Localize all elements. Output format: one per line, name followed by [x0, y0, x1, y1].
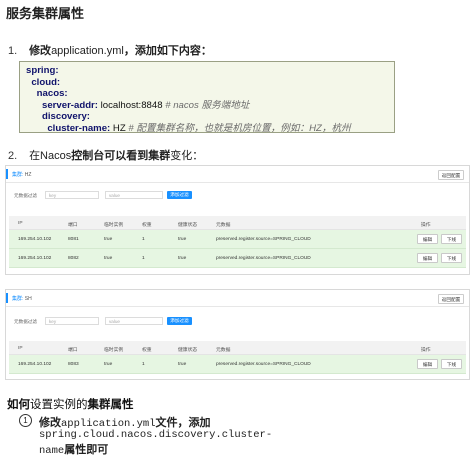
- table-header: IP 端口 临时实例 权重 健康状态 元数据 操作: [9, 216, 466, 230]
- panel-header: 集群: HZ 返回配置: [6, 166, 469, 183]
- step-1: 1. 修改application.yml，添加如下内容：: [8, 42, 212, 58]
- step-2-highlight: 控制台可以看到集群: [71, 150, 171, 162]
- step-2-number: 2.: [8, 150, 18, 162]
- filter-value-input[interactable]: value: [105, 191, 163, 199]
- code-line: nacos:: [36, 88, 68, 100]
- table-row: 169.254.10.102 8081 true 1 true preserve…: [9, 230, 466, 249]
- code-line: spring:: [26, 65, 59, 76]
- metadata-filter-label: 元数据过滤: [14, 319, 37, 324]
- code-line: server-addr: localhost:8848 # nacos 服务端地…: [42, 99, 250, 111]
- panel-header: 集群: SH 返回配置: [6, 290, 469, 307]
- back-to-config-button[interactable]: 返回配置: [438, 170, 464, 180]
- instruction-line-2: spring.cloud.nacos.discovery.cluster-: [39, 429, 273, 441]
- edit-button[interactable]: 编辑: [417, 253, 438, 263]
- cluster-title: 集群: SH: [12, 296, 32, 302]
- offline-button[interactable]: 下线: [441, 359, 462, 369]
- page-title: 服务集群属性: [6, 6, 85, 21]
- cluster-panel-sh: 集群: SH 返回配置 元数据过滤 key value 添加过滤 IP 端口 临…: [5, 289, 470, 380]
- section-title: 如何设置实例的集群属性: [7, 399, 134, 411]
- yaml-code-block: spring: cloud: nacos: server-addr: local…: [19, 61, 395, 134]
- step-1-prefix: 修改: [29, 45, 52, 57]
- add-filter-button[interactable]: 添加过滤: [167, 191, 192, 199]
- offline-button[interactable]: 下线: [441, 234, 462, 244]
- step-2-prefix: 在Nacos: [29, 150, 72, 162]
- table-row: 169.254.10.102 8083 true 1 true preserve…: [9, 355, 466, 374]
- back-to-config-button[interactable]: 返回配置: [438, 294, 464, 304]
- add-filter-button[interactable]: 添加过滤: [167, 317, 192, 325]
- code-line: cloud:: [31, 76, 61, 88]
- panel-accent-bar: [6, 293, 8, 303]
- edit-button[interactable]: 编辑: [417, 359, 438, 369]
- cluster-title: 集群: HZ: [12, 172, 32, 178]
- table-row: 169.254.10.102 8082 true 1 true preserve…: [9, 249, 466, 268]
- metadata-filter-label: 元数据过滤: [14, 193, 37, 198]
- step-1-filename: application.yml: [51, 45, 124, 57]
- edit-button[interactable]: 编辑: [417, 234, 438, 244]
- table-header: IP 端口 临时实例 权重 健康状态 元数据 操作: [9, 341, 466, 355]
- circled-one-marker: 1: [19, 414, 32, 427]
- cluster-panel-hz: 集群: HZ 返回配置 元数据过滤 key value 添加过滤 IP 端口 临…: [5, 165, 470, 275]
- step-2: 2. 在Nacos控制台可以看到集群变化：: [8, 147, 203, 163]
- step-2-suffix: 变化：: [170, 150, 204, 162]
- instruction-line-3: name属性即可: [39, 444, 109, 457]
- filter-key-input[interactable]: key: [45, 191, 99, 199]
- code-line: discovery:: [42, 111, 90, 123]
- panel-accent-bar: [6, 169, 8, 179]
- code-line: cluster-name: HZ # 配置集群名称，也就是机房位置，例如：HZ，…: [47, 122, 351, 134]
- step-1-number: 1.: [8, 45, 18, 57]
- offline-button[interactable]: 下线: [441, 253, 462, 263]
- step-1-suffix: ，添加如下内容：: [123, 45, 212, 57]
- filter-value-input[interactable]: value: [105, 317, 163, 325]
- filter-key-input[interactable]: key: [45, 317, 99, 325]
